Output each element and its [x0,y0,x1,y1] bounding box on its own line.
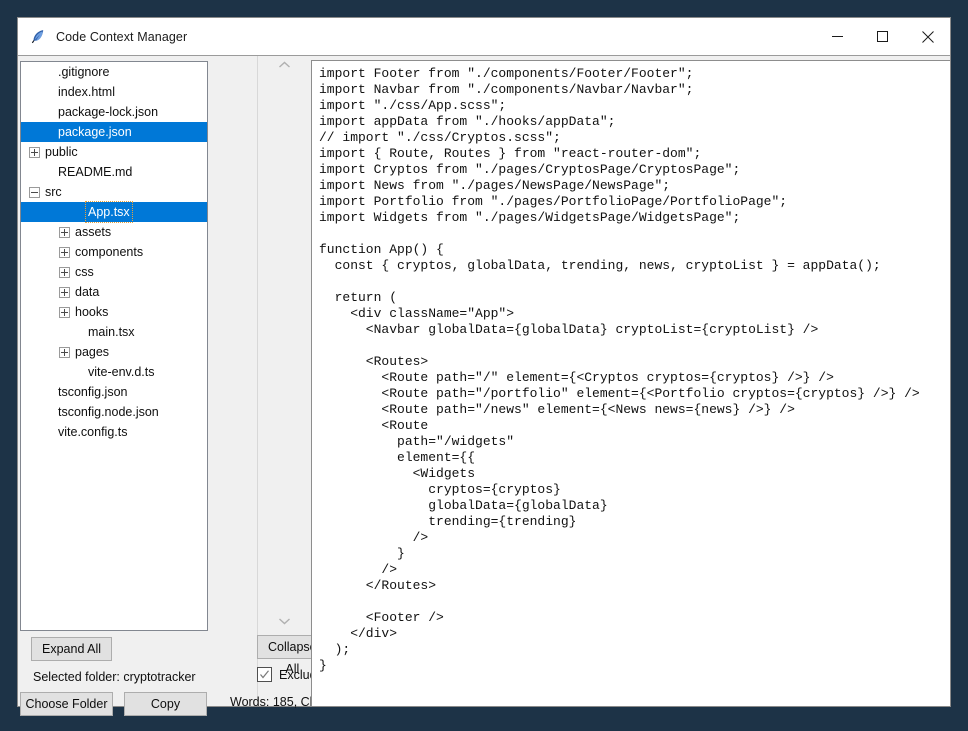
tree-item-vite-env-d-ts[interactable]: vite-env.d.ts [21,362,207,382]
chevron-down-icon[interactable] [258,612,311,630]
tree-item-label: components [75,242,143,262]
tree-item-label: src [45,182,62,202]
tree-item-public[interactable]: public [21,142,207,162]
tree-item-app-tsx[interactable]: App.tsx [21,202,207,222]
window-body: .gitignoreindex.htmlpackage-lock.jsonpac… [18,56,950,706]
tree-item-label: vite-env.d.ts [88,362,154,382]
tree-item-package-json[interactable]: package.json [21,122,207,142]
selected-folder-label: Selected folder: cryptotracker [19,664,213,690]
application-window: Code Context Manager .gitignoreindex.htm… [18,18,950,706]
tree-item-pages[interactable]: pages [21,342,207,362]
maximize-button[interactable] [860,18,905,55]
expand-all-button[interactable]: Expand All [31,637,112,661]
tree-item-label: css [75,262,94,282]
tree-item-label: public [45,142,78,162]
tree-item-label: vite.config.ts [58,422,127,442]
title-bar: Code Context Manager [18,18,950,56]
tree-item-label: .gitignore [58,62,109,82]
tree-item-data[interactable]: data [21,282,207,302]
code-viewer[interactable]: import Footer from "./components/Footer/… [311,60,950,706]
code-scrollbar[interactable] [258,56,311,630]
window-controls [815,18,950,55]
close-button[interactable] [905,18,950,55]
gutter-spacer [213,56,258,706]
tree-item-label: data [75,282,99,302]
middle-gutter: Collapse All Exclude Words: 185, Charact… [213,56,311,706]
collapse-toggle-icon[interactable] [29,187,40,198]
tree-item-package-lock-json[interactable]: package-lock.json [21,102,207,122]
tree-item-main-tsx[interactable]: main.tsx [21,322,207,342]
expand-all-row: Expand All [19,637,213,664]
tree-item-label: index.html [58,82,115,102]
tree-item-label: tsconfig.node.json [58,402,159,422]
expand-toggle-icon[interactable] [59,307,70,318]
window-title: Code Context Manager [56,30,187,44]
tree-item-readme-md[interactable]: README.md [21,162,207,182]
bottom-button-row: Choose Folder Copy [19,690,213,718]
tree-item-label: package-lock.json [58,102,158,122]
scrollbar-track[interactable] [258,74,311,612]
left-panel: .gitignoreindex.htmlpackage-lock.jsonpac… [18,56,213,706]
tree-item-css[interactable]: css [21,262,207,282]
copy-button[interactable]: Copy [124,692,207,716]
exclude-checkbox[interactable] [257,667,272,682]
expand-toggle-icon[interactable] [59,247,70,258]
code-content: import Footer from "./components/Footer/… [312,61,950,674]
expand-toggle-icon[interactable] [59,227,70,238]
tree-item-tsconfig-json[interactable]: tsconfig.json [21,382,207,402]
chevron-up-icon[interactable] [258,56,311,74]
expand-toggle-icon[interactable] [59,347,70,358]
tree-item-index-html[interactable]: index.html [21,82,207,102]
tree-item-assets[interactable]: assets [21,222,207,242]
tree-item-src[interactable]: src [21,182,207,202]
tree-item-label: hooks [75,302,108,322]
tree-item-label: App.tsx [86,202,132,222]
tree-item-label: tsconfig.json [58,382,127,402]
file-tree[interactable]: .gitignoreindex.htmlpackage-lock.jsonpac… [20,61,208,631]
minimize-button[interactable] [815,18,860,55]
expand-toggle-icon[interactable] [29,147,40,158]
tree-item-label: README.md [58,162,132,182]
choose-folder-button[interactable]: Choose Folder [20,692,113,716]
tree-item-tsconfig-node-json[interactable]: tsconfig.node.json [21,402,207,422]
feather-icon [30,28,47,45]
tree-item-label: main.tsx [88,322,135,342]
tree-item-label: pages [75,342,109,362]
tree-item-label: assets [75,222,111,242]
tree-item-components[interactable]: components [21,242,207,262]
expand-toggle-icon[interactable] [59,267,70,278]
tree-item-hooks[interactable]: hooks [21,302,207,322]
expand-toggle-icon[interactable] [59,287,70,298]
tree-item-label: package.json [58,122,132,142]
tree-item-vite-config-ts[interactable]: vite.config.ts [21,422,207,442]
tree-item-gitignore[interactable]: .gitignore [21,62,207,82]
